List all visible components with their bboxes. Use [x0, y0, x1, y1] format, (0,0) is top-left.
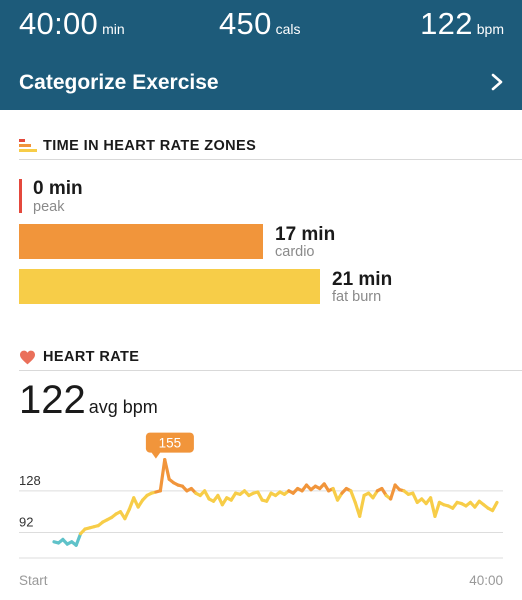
- cardio-zone-value: 17 min: [275, 224, 336, 245]
- heart-rate-segment: [74, 532, 83, 547]
- fat-burn-zone-label: fat burn: [332, 289, 382, 305]
- bpm-unit: bpm: [476, 21, 504, 37]
- x-tick-label-start: Start: [19, 573, 48, 588]
- categorize-exercise-row[interactable]: Categorize Exercise: [0, 56, 522, 110]
- fat-burn-zone-bar: [19, 269, 320, 304]
- duration-unit: min: [102, 21, 125, 37]
- calories-stat: 450 cals: [219, 6, 301, 42]
- cardio-zone-label: cardio: [275, 244, 315, 260]
- x-tick-label-end: 40:00: [469, 573, 503, 588]
- duration-stat: 40:00 min: [19, 6, 125, 42]
- heart-rate-title: HEART RATE: [43, 349, 140, 365]
- chevron-right-icon: [491, 73, 503, 91]
- peak-callout-pointer: [150, 451, 161, 459]
- calories-unit: cals: [275, 21, 301, 37]
- heart-rate-segment: [349, 489, 357, 505]
- heart-rate-chart-svg: 92 128 Start 40:00 155: [19, 432, 503, 588]
- y-tick-label: 92: [19, 515, 33, 530]
- zones-title: TIME IN HEART RATE ZONES: [43, 138, 257, 154]
- zones-divider: [19, 159, 522, 160]
- cardio-zone-bar: [19, 224, 263, 259]
- y-tick-label: 128: [19, 473, 41, 488]
- average-heart-rate: 122 avg bpm: [19, 378, 158, 423]
- peak-callout-label: 155: [159, 436, 182, 451]
- heart-rate-segment: [490, 500, 499, 513]
- categorize-exercise-label: Categorize Exercise: [19, 71, 219, 94]
- peak-zone-value: 0 min: [33, 178, 83, 199]
- avg-heart-rate-value: 122: [19, 378, 86, 422]
- heart-rate-segment: [358, 493, 366, 518]
- zones-bars-icon: [19, 139, 37, 152]
- bpm-value: 122: [420, 6, 473, 41]
- heart-rate-chart: 92 128 Start 40:00 155: [0, 430, 522, 600]
- heart-rate-segment: [389, 483, 397, 501]
- fat-burn-zone-value: 21 min: [332, 269, 393, 290]
- heart-rate-segment: [433, 500, 442, 518]
- heart-rate-segment: [158, 457, 167, 493]
- peak-zone-label: peak: [33, 199, 65, 215]
- peak-zone-bar: [19, 179, 22, 213]
- heart-rate-segment: [163, 457, 171, 481]
- duration-value: 40:00: [19, 6, 99, 41]
- avg-bpm-stat: 122 bpm: [420, 6, 504, 42]
- avg-heart-rate-unit: avg bpm: [88, 397, 158, 417]
- heart-icon: [20, 350, 35, 365]
- heart-rate-divider: [19, 370, 522, 371]
- workout-summary-header: 40:00 min 450 cals 122 bpm Categorize Exerc…: [0, 0, 522, 110]
- calories-value: 450: [219, 6, 272, 41]
